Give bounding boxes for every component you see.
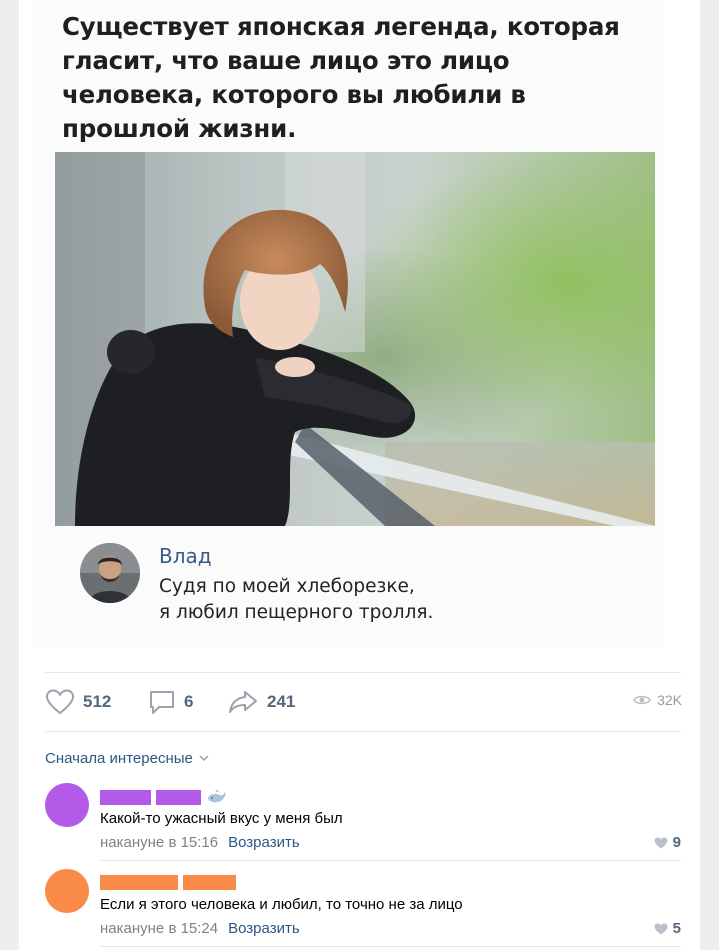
comment-meta: накануне в 15:16 Возразить <box>100 834 300 851</box>
redacted-name-block <box>156 789 201 805</box>
comment-like-button[interactable]: 9 <box>654 834 681 851</box>
meme-caption: Существует японская легенда, которая гла… <box>62 12 620 143</box>
comments-sort-dropdown[interactable]: Сначала интересные <box>45 750 209 767</box>
share-button[interactable]: 241 <box>227 686 295 718</box>
comment-like-count: 5 <box>672 920 681 937</box>
quote-text: Судя по моей хлеборезке, я любил пещерно… <box>159 574 579 626</box>
avatar[interactable] <box>45 869 89 913</box>
divider <box>45 672 681 673</box>
comment-button[interactable]: 6 <box>148 686 193 718</box>
divider <box>45 731 681 732</box>
redacted-name-block <box>100 875 178 890</box>
views-count: 32K <box>657 692 682 708</box>
comment-count: 6 <box>184 692 194 711</box>
comment-text: Если я этого человека и любил, то точно … <box>100 896 463 913</box>
share-icon <box>229 691 257 713</box>
sort-label: Сначала интересные <box>45 750 193 767</box>
avatar[interactable] <box>45 783 89 827</box>
share-count: 241 <box>267 692 296 711</box>
whale-badge-icon <box>208 789 226 803</box>
quote-text-line: я любил пещерного тролля. <box>159 602 434 623</box>
quote-text-line: Судя по моей хлеборезке, <box>159 576 415 597</box>
comment-author-name[interactable] <box>100 875 236 890</box>
comment-divider <box>100 860 681 861</box>
comment-text: Какой-то ужасный вкус у меня был <box>100 810 343 827</box>
like-count: 512 <box>83 692 112 711</box>
comment-item: Какой-то ужасный вкус у меня был наканун… <box>45 783 681 853</box>
eye-icon <box>633 695 651 705</box>
comment-time[interactable]: накануне в 15:24 <box>100 920 218 937</box>
comment-divider <box>100 946 681 947</box>
reply-link[interactable]: Возразить <box>228 834 300 851</box>
meme-photo <box>55 152 655 526</box>
like-button[interactable]: 512 <box>45 686 111 718</box>
chevron-down-icon <box>199 753 209 765</box>
comment-like-count: 9 <box>672 834 681 851</box>
views-counter: 32K <box>633 692 682 708</box>
comment-item: Если я этого человека и любил, то точно … <box>45 869 681 939</box>
comment-time[interactable]: накануне в 15:16 <box>100 834 218 851</box>
redacted-name-block <box>100 789 151 805</box>
redacted-name-block <box>183 875 236 890</box>
reply-link[interactable]: Возразить <box>228 920 300 937</box>
comment-meta: накануне в 15:24 Возразить <box>100 920 300 937</box>
heart-icon <box>45 689 75 715</box>
comment-icon <box>150 691 174 714</box>
heart-icon <box>654 923 668 934</box>
comment-author-name[interactable] <box>100 789 228 805</box>
heart-icon <box>654 837 668 848</box>
quote-author-avatar <box>80 543 140 603</box>
quote-author-name: Влад <box>159 544 212 568</box>
comment-like-button[interactable]: 5 <box>654 920 681 937</box>
